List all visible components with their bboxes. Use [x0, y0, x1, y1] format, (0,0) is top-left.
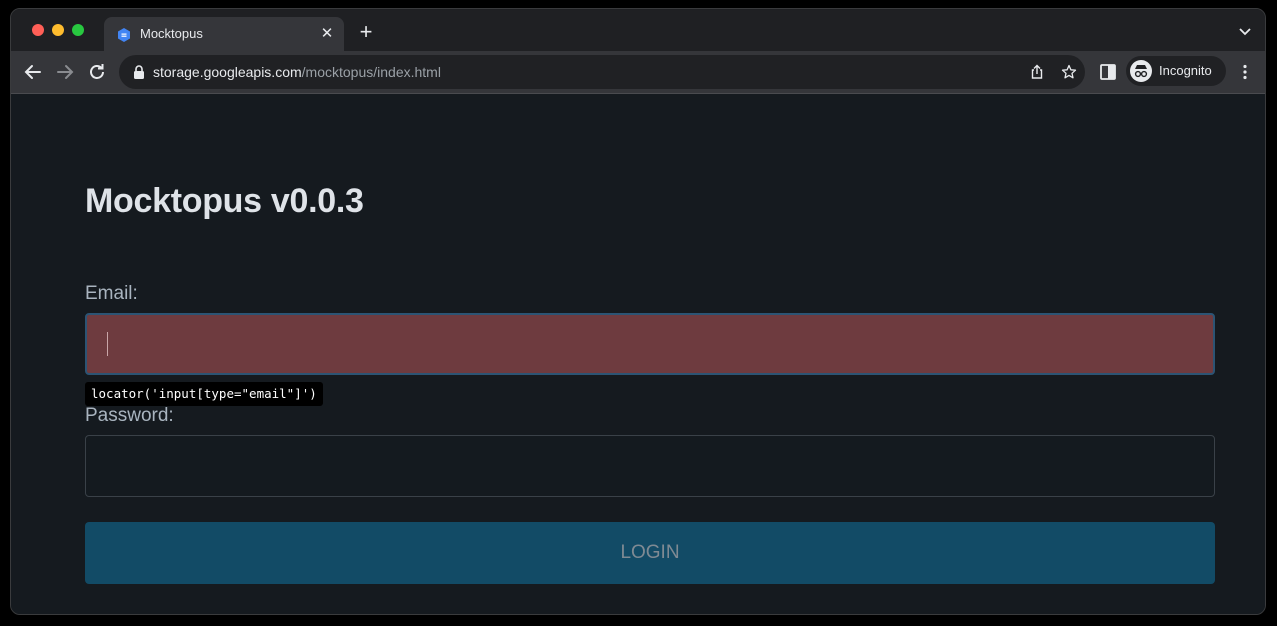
tab-mocktopus[interactable]: Mocktopus ✕ [104, 17, 344, 51]
side-panel-icon[interactable] [1098, 62, 1120, 84]
maximize-window-button[interactable] [72, 24, 84, 36]
reload-icon[interactable] [86, 61, 108, 83]
lock-icon[interactable] [133, 65, 145, 79]
close-window-button[interactable] [32, 24, 44, 36]
email-label: Email: [85, 283, 138, 304]
locator-tooltip: locator('input[type="email"]') [85, 382, 323, 406]
browser-window: Mocktopus ✕ + storage.googleapis.com/moc… [10, 8, 1266, 615]
login-button[interactable]: LOGIN [85, 522, 1215, 584]
text-caret [107, 332, 108, 356]
minimize-window-button[interactable] [52, 24, 64, 36]
url-host: storage.googleapis.com [153, 64, 302, 80]
url-text: storage.googleapis.com/mocktopus/index.h… [153, 64, 441, 80]
star-icon[interactable] [1061, 64, 1077, 80]
back-arrow-icon[interactable] [22, 61, 44, 83]
tab-strip: Mocktopus ✕ + [11, 9, 1265, 51]
address-bar[interactable]: storage.googleapis.com/mocktopus/index.h… [119, 55, 1085, 89]
new-tab-button[interactable]: + [355, 21, 377, 44]
incognito-label: Incognito [1159, 63, 1212, 78]
page-content: Mocktopus v0.0.3 Email: Password: locato… [11, 94, 1265, 614]
favicon-icon [116, 27, 132, 43]
url-path: /mocktopus/index.html [301, 64, 441, 80]
more-vert-icon[interactable] [1235, 62, 1257, 84]
password-label: Password: [85, 405, 174, 426]
email-field[interactable] [85, 313, 1215, 375]
tab-title: Mocktopus [140, 26, 203, 41]
incognito-profile-button[interactable]: Incognito [1126, 56, 1226, 86]
password-field[interactable] [85, 435, 1215, 497]
chevron-down-icon[interactable] [1237, 23, 1253, 39]
incognito-icon [1130, 60, 1152, 82]
tab-close-icon[interactable]: ✕ [318, 25, 336, 43]
browser-toolbar: storage.googleapis.com/mocktopus/index.h… [11, 51, 1265, 94]
page-title: Mocktopus v0.0.3 [85, 182, 364, 220]
share-icon[interactable] [1029, 64, 1045, 80]
forward-arrow-icon[interactable] [54, 61, 76, 83]
